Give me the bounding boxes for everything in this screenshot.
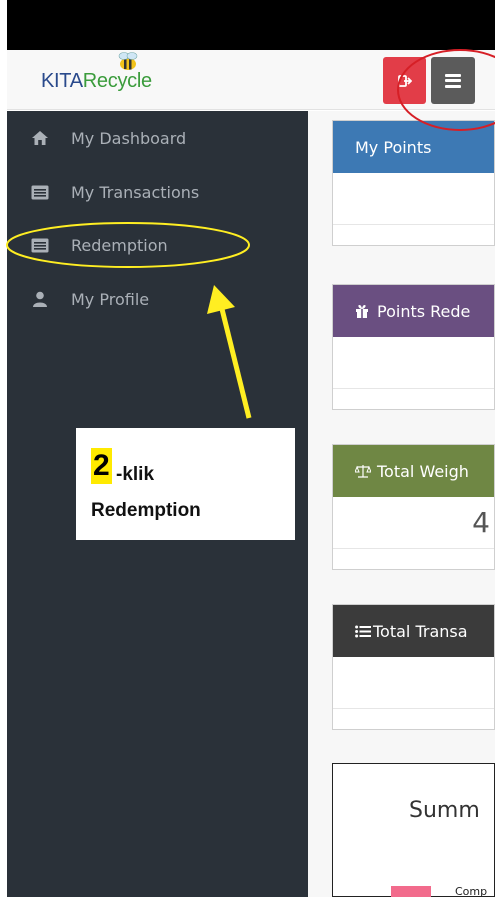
panel-footer bbox=[333, 389, 494, 409]
menu-toggle-button[interactable] bbox=[431, 57, 475, 104]
hamburger-menu-icon bbox=[445, 73, 461, 88]
panel-value bbox=[333, 657, 494, 709]
panel-header: My Points bbox=[333, 121, 494, 173]
sidebar-item-label: My Profile bbox=[71, 289, 150, 309]
user-icon bbox=[29, 291, 51, 307]
list-icon bbox=[29, 185, 51, 200]
panel-my-points[interactable]: My Points bbox=[332, 120, 495, 246]
main-content: My Points Points Rede Total Weigh 4 Tota… bbox=[308, 111, 495, 897]
instruction-callout: 2 -klik Redemption bbox=[76, 428, 295, 540]
panel-title: Points Rede bbox=[377, 301, 471, 321]
sidebar-item-label: Redemption bbox=[71, 235, 168, 255]
legend-swatch bbox=[391, 886, 431, 897]
logo-text-kita: KITA bbox=[41, 70, 83, 92]
bee-logo-icon bbox=[118, 52, 138, 70]
step-suffix: -klik bbox=[116, 464, 155, 485]
sidebar-item-transactions[interactable]: My Transactions bbox=[29, 178, 199, 206]
top-navbar: KITARecycle bbox=[7, 50, 495, 110]
sidebar-item-profile[interactable]: My Profile bbox=[29, 285, 149, 313]
sidebar-item-redemption[interactable]: Redemption bbox=[29, 231, 168, 259]
panel-footer bbox=[333, 549, 494, 569]
step-number: 2 bbox=[91, 448, 112, 484]
panel-value bbox=[333, 337, 494, 389]
logout-button[interactable] bbox=[383, 57, 426, 104]
status-bar bbox=[7, 0, 495, 50]
panel-title: Total Weigh bbox=[377, 461, 469, 481]
panel-total-weight[interactable]: Total Weigh 4 bbox=[332, 444, 495, 570]
logo-text-recycle: Recycle bbox=[82, 70, 152, 92]
panel-header: Total Transa bbox=[333, 605, 494, 657]
panel-points-redeemed[interactable]: Points Rede bbox=[332, 284, 495, 410]
panel-header: Points Rede bbox=[333, 285, 494, 337]
scale-icon bbox=[355, 465, 371, 478]
sidebar-item-label: My Dashboard bbox=[71, 128, 187, 148]
logout-icon bbox=[397, 74, 412, 87]
list-icon bbox=[29, 238, 51, 253]
panel-title: Total Transa bbox=[373, 621, 468, 641]
panel-value bbox=[333, 173, 494, 225]
legend-label: Comp bbox=[455, 885, 488, 897]
app-logo[interactable]: KITARecycle bbox=[41, 52, 152, 93]
step-target: Redemption bbox=[91, 500, 201, 521]
panel-value: 4 bbox=[333, 497, 494, 549]
frame-edge bbox=[0, 0, 7, 897]
panel-footer bbox=[333, 709, 494, 729]
home-icon bbox=[29, 130, 51, 146]
summary-chart-card: Summ Comp bbox=[332, 763, 495, 897]
list-ul-icon bbox=[355, 625, 371, 637]
panel-title: My Points bbox=[355, 137, 432, 157]
summary-title: Summ bbox=[409, 798, 480, 823]
sidebar-item-dashboard[interactable]: My Dashboard bbox=[29, 124, 186, 152]
gift-icon bbox=[356, 305, 368, 318]
panel-header: Total Weigh bbox=[333, 445, 494, 497]
panel-footer bbox=[333, 225, 494, 245]
sidebar-item-label: My Transactions bbox=[71, 182, 200, 202]
panel-total-transactions[interactable]: Total Transa bbox=[332, 604, 495, 730]
